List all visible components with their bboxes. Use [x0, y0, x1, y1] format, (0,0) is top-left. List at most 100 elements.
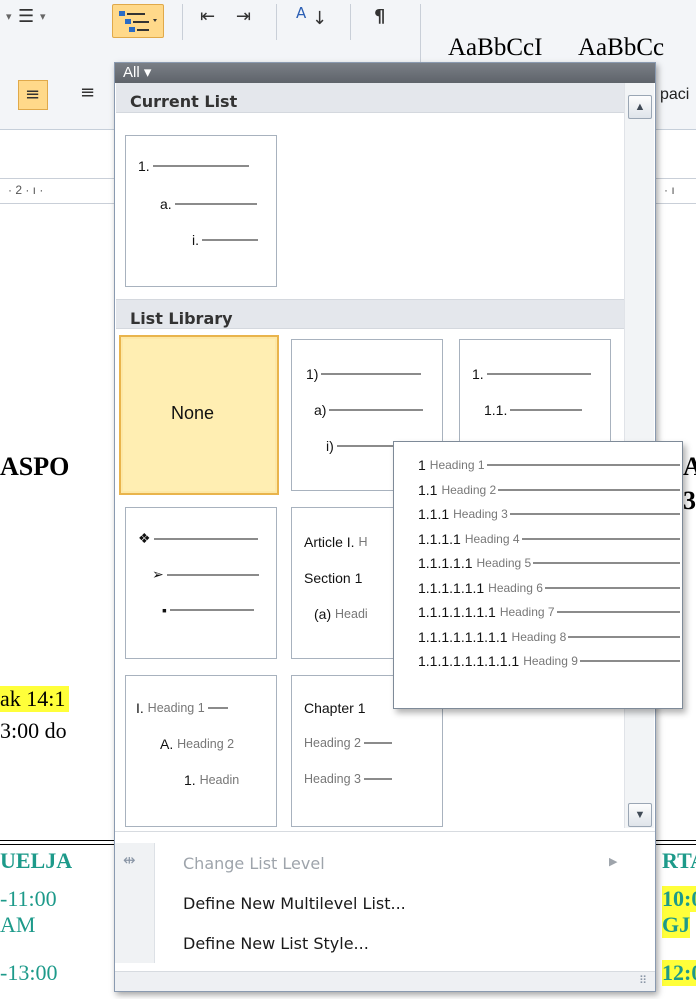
doc-cell-uelja: UELJA — [0, 848, 73, 873]
style-no-spacing[interactable]: AaBbCc — [578, 34, 664, 62]
ruler-marks: · 2 · ı · — [8, 183, 44, 197]
list-library-item-bullets[interactable]: ❖ ➢ ▪ — [125, 507, 277, 659]
menu-gutter — [115, 883, 155, 923]
numbering-dropdown-icon[interactable]: ▾ — [40, 10, 46, 23]
doc-cell-am: AM — [0, 912, 36, 937]
current-level-1: 1. — [138, 158, 249, 174]
tooltip-row-heading: Heading 9 — [523, 654, 578, 668]
lib4-level-3: ▪ — [162, 602, 254, 618]
list-none-item[interactable]: None — [119, 335, 279, 495]
doc-text-a: A — [683, 452, 696, 481]
doc-cell-100: 10:0 — [662, 886, 696, 912]
tooltip-row-number: 1.1.1.1.1.1.1.1 — [418, 628, 508, 645]
lib8-level-1: Chapter 1 — [304, 700, 366, 716]
tooltip-row-number: 1.1 — [418, 481, 438, 498]
doc-cell-200: 12:0 — [662, 960, 696, 986]
spacing-label-fragment: paci — [660, 86, 690, 103]
tooltip-row-number: 1.1.1.1.1.1.1 — [418, 604, 496, 620]
define-multilevel-list-item[interactable]: Define New Multilevel List... — [115, 883, 655, 923]
tooltip-row-line — [521, 537, 680, 540]
lib4-level-2: ➢ — [152, 566, 259, 583]
multilevel-list-icon — [119, 11, 157, 32]
filter-chevron-down-icon: ▾ — [143, 64, 152, 81]
style-normal[interactable]: AaBbCcI — [448, 34, 542, 62]
increase-indent-icon[interactable]: ⇥ — [236, 6, 251, 27]
scroll-up-button[interactable]: ▲ — [628, 95, 652, 119]
tooltip-row-line — [498, 488, 680, 491]
multilevel-list-button[interactable] — [112, 4, 164, 38]
tooltip-row: 1.1 Heading 2 — [418, 479, 680, 501]
menu-gutter-2 — [115, 923, 155, 963]
tooltip-row-line — [544, 586, 680, 589]
gallery-filter-dropdown[interactable]: All ▾ — [123, 63, 151, 83]
tooltip-row-number: 1.1.1.1.1.1.1.1.1 — [418, 653, 520, 669]
tooltip-row: 1.1.1.1.1 Heading 5 — [418, 552, 680, 574]
current-level-2: a. — [160, 196, 257, 212]
lib3-level-2: 1.1. — [484, 402, 583, 418]
menu-divider — [115, 831, 655, 832]
define-style-label: Define New List Style... — [183, 934, 369, 953]
lib7-level-1: I. Heading 1 — [136, 700, 228, 716]
tooltip-row-heading: Heading 7 — [499, 605, 555, 619]
tooltip-row-line — [533, 562, 680, 564]
doc-cell-1300: -13:00 — [0, 960, 58, 985]
submenu-arrow-icon: ▶ — [609, 856, 618, 868]
tooltip-row-line — [509, 513, 680, 515]
list-preview-tooltip: 1 Heading 1 1.1 Heading 2 1.1.1 Heading 3 1.1.… — [393, 441, 683, 709]
lib5-level-2: Section 1 — [304, 570, 363, 586]
lib7-level-2: A. Heading 2 — [160, 736, 235, 752]
tooltip-row-heading: Heading 3 — [453, 507, 508, 521]
lib2-level-1: 1) — [306, 366, 422, 382]
tooltip-row: 1.1.1.1.1.1.1.1.1 Heading 9 — [418, 650, 680, 672]
list-library-item-roman[interactable]: I. Heading 1 A. Heading 2 1. Headin — [125, 675, 277, 827]
tooltip-row: 1.1.1.1.1.1 Heading 6 — [418, 577, 680, 599]
resize-grip-bar[interactable]: ⠿ — [115, 971, 655, 991]
tooltip-row-line — [486, 464, 680, 466]
diamond-bullet-icon: ❖ — [138, 530, 151, 546]
tooltip-row-number: 1.1.1.1 — [418, 530, 461, 547]
change-level-icon: ⇹ — [115, 843, 155, 883]
doc-time-row: 3:00 do — [0, 718, 67, 743]
define-multilevel-label: Define New Multilevel List... — [183, 894, 406, 913]
show-formatting-icon[interactable]: ¶ — [374, 6, 385, 27]
tooltip-row: 1.1.1 Heading 3 — [418, 503, 680, 525]
chevron-up-icon: ▲ — [634, 101, 646, 113]
lib7-level-3: 1. Headin — [184, 772, 240, 788]
current-level-3: i. — [192, 232, 258, 248]
list-library-header: List Library — [116, 299, 624, 329]
sort-icon[interactable]: A — [296, 4, 306, 22]
tooltip-row-number: 1 — [418, 457, 426, 473]
sort-arrow-icon[interactable]: ↓ — [312, 8, 327, 29]
tooltip-row-number: 1.1.1.1.1 — [418, 555, 473, 571]
scroll-down-button[interactable]: ▼ — [628, 803, 652, 827]
lib5-level-1: Article I. H — [304, 534, 368, 550]
tooltip-row: 1 Heading 1 — [418, 454, 680, 476]
doc-text-3: 3 — [683, 486, 696, 515]
numbering-icon[interactable]: ☰ — [18, 6, 34, 27]
tooltip-row: 1.1.1.1.1.1.1.1 Heading 8 — [418, 626, 680, 648]
align-center-icon[interactable]: ≡ — [80, 82, 95, 103]
chevron-down-icon: ▼ — [634, 809, 646, 821]
lib3-level-1: 1. — [472, 366, 591, 382]
current-list-header: Current List — [116, 83, 624, 113]
define-list-style-item[interactable]: Define New List Style... — [115, 923, 655, 963]
ruler-marks-right: · ı — [664, 183, 675, 197]
tooltip-row-number: 1.1.1.1.1.1 — [418, 579, 485, 596]
resize-grip-icon[interactable]: ⠿ — [639, 974, 647, 987]
doc-text-aspo: ASPO — [0, 452, 70, 481]
dropdown-arrow-icon[interactable]: ▾ — [6, 10, 12, 23]
tooltip-row-line — [568, 635, 680, 638]
doc-cell-gj: GJ — [662, 912, 691, 938]
tooltip-row-heading: Heading 5 — [476, 556, 532, 570]
decrease-indent-icon[interactable]: ⇤ — [200, 6, 215, 27]
change-list-level-item[interactable]: ⇹ Change List Level ▶ — [115, 843, 655, 883]
tooltip-row-heading: Heading 6 — [488, 580, 543, 595]
lib2-level-2: a) — [314, 402, 424, 418]
current-list-item[interactable]: 1. a. i. — [125, 135, 277, 287]
tooltip-row-number: 1.1.1 — [418, 506, 450, 522]
tooltip-row-line — [579, 660, 680, 662]
doc-cell-rta: RTA — [662, 848, 696, 873]
align-left-button[interactable]: ≡ — [18, 80, 48, 110]
tooltip-row: 1.1.1.1 Heading 4 — [418, 528, 680, 550]
arrow-bullet-icon: ➢ — [152, 566, 164, 582]
